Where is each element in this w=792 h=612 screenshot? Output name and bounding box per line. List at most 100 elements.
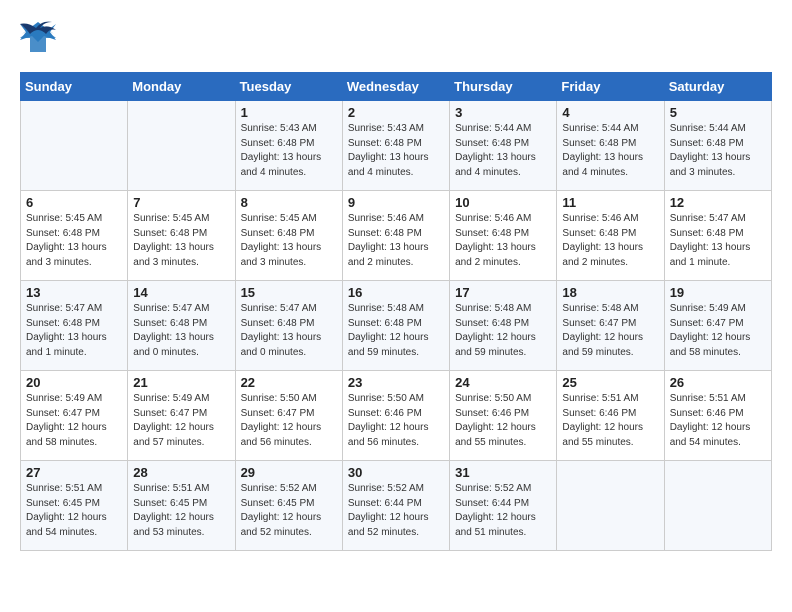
calendar-cell: 24Sunrise: 5:50 AM Sunset: 6:46 PM Dayli… — [450, 371, 557, 461]
page-header — [20, 20, 772, 56]
day-info: Sunrise: 5:50 AM Sunset: 6:47 PM Dayligh… — [241, 392, 337, 450]
day-info: Sunrise: 5:47 AM Sunset: 6:48 PM Dayligh… — [133, 302, 229, 360]
week-row-3: 13Sunrise: 5:47 AM Sunset: 6:48 PM Dayli… — [21, 281, 772, 371]
calendar-cell: 16Sunrise: 5:48 AM Sunset: 6:48 PM Dayli… — [342, 281, 449, 371]
calendar-cell: 3 Sunrise: 5:44 AM Sunset: 6:48 PM Daylig… — [450, 101, 557, 191]
week-row-4: 20 Sunrise: 5:49 AM Sunset: 6:47 PM Dayli… — [21, 371, 772, 461]
day-info: Sunrise: 5:44 AM Sunset: 6:48 PM Dayligh… — [670, 122, 766, 180]
day-number: 20 — [26, 375, 122, 390]
calendar-cell: 20 Sunrise: 5:49 AM Sunset: 6:47 PM Dayli… — [21, 371, 128, 461]
calendar-cell: 25 Sunrise: 5:51 AM Sunset: 6:46 PM Dayli… — [557, 371, 664, 461]
calendar-header: SundayMondayTuesdayWednesdayThursdayFrid… — [21, 73, 772, 101]
day-info: Sunrise: 5:52 AM Sunset: 6:44 PM Dayligh… — [455, 482, 551, 540]
day-number: 9 — [348, 195, 444, 210]
day-info: Sunrise: 5:47 AM Sunset: 6:48 PM Dayligh… — [241, 302, 337, 360]
day-info: Sunrise: 5:52 AM Sunset: 6:45 PM Dayligh… — [241, 482, 337, 540]
day-info: Sunrise: 5:45 AM Sunset: 6:48 PM Dayligh… — [26, 212, 122, 270]
day-info: Sunrise: 5:47 AM Sunset: 6:48 PM Dayligh… — [26, 302, 122, 360]
calendar-cell: 21 Sunrise: 5:49 AM Sunset: 6:47 PM Dayli… — [128, 371, 235, 461]
calendar-cell — [664, 461, 771, 551]
day-info: Sunrise: 5:49 AM Sunset: 6:47 PM Dayligh… — [670, 302, 766, 360]
day-info: Sunrise: 5:45 AM Sunset: 6:48 PM Dayligh… — [133, 212, 229, 270]
header-monday: Monday — [128, 73, 235, 101]
day-number: 8 — [241, 195, 337, 210]
day-info: Sunrise: 5:44 AM Sunset: 6:48 PM Dayligh… — [455, 122, 551, 180]
calendar-cell: 28Sunrise: 5:51 AM Sunset: 6:45 PM Dayli… — [128, 461, 235, 551]
calendar-cell: 10Sunrise: 5:46 AM Sunset: 6:48 PM Dayli… — [450, 191, 557, 281]
calendar-cell: 29 Sunrise: 5:52 AM Sunset: 6:45 PM Dayli… — [235, 461, 342, 551]
day-number: 19 — [670, 285, 766, 300]
day-info: Sunrise: 5:46 AM Sunset: 6:48 PM Dayligh… — [562, 212, 658, 270]
day-info: Sunrise: 5:49 AM Sunset: 6:47 PM Dayligh… — [26, 392, 122, 450]
calendar-cell: 23 Sunrise: 5:50 AM Sunset: 6:46 PM Dayli… — [342, 371, 449, 461]
calendar-cell: 31 Sunrise: 5:52 AM Sunset: 6:44 PM Dayli… — [450, 461, 557, 551]
calendar-body: 1 Sunrise: 5:43 AM Sunset: 6:48 PM Daylig… — [21, 101, 772, 551]
calendar-cell: 30 Sunrise: 5:52 AM Sunset: 6:44 PM Dayli… — [342, 461, 449, 551]
calendar-cell: 5 Sunrise: 5:44 AM Sunset: 6:48 PM Daylig… — [664, 101, 771, 191]
calendar-cell: 22 Sunrise: 5:50 AM Sunset: 6:47 PM Dayli… — [235, 371, 342, 461]
day-number: 11 — [562, 195, 658, 210]
day-info: Sunrise: 5:47 AM Sunset: 6:48 PM Dayligh… — [670, 212, 766, 270]
day-number: 31 — [455, 465, 551, 480]
day-info: Sunrise: 5:45 AM Sunset: 6:48 PM Dayligh… — [241, 212, 337, 270]
calendar-table: SundayMondayTuesdayWednesdayThursdayFrid… — [20, 72, 772, 551]
header-row: SundayMondayTuesdayWednesdayThursdayFrid… — [21, 73, 772, 101]
calendar-cell: 11 Sunrise: 5:46 AM Sunset: 6:48 PM Dayli… — [557, 191, 664, 281]
week-row-5: 27 Sunrise: 5:51 AM Sunset: 6:45 PM Dayli… — [21, 461, 772, 551]
day-number: 1 — [241, 105, 337, 120]
calendar-cell: 1 Sunrise: 5:43 AM Sunset: 6:48 PM Daylig… — [235, 101, 342, 191]
day-number: 7 — [133, 195, 229, 210]
calendar-cell — [557, 461, 664, 551]
day-number: 6 — [26, 195, 122, 210]
day-info: Sunrise: 5:51 AM Sunset: 6:46 PM Dayligh… — [670, 392, 766, 450]
day-info: Sunrise: 5:46 AM Sunset: 6:48 PM Dayligh… — [348, 212, 444, 270]
header-friday: Friday — [557, 73, 664, 101]
day-info: Sunrise: 5:50 AM Sunset: 6:46 PM Dayligh… — [348, 392, 444, 450]
calendar-cell: 9 Sunrise: 5:46 AM Sunset: 6:48 PM Daylig… — [342, 191, 449, 281]
day-info: Sunrise: 5:51 AM Sunset: 6:46 PM Dayligh… — [562, 392, 658, 450]
header-saturday: Saturday — [664, 73, 771, 101]
day-info: Sunrise: 5:48 AM Sunset: 6:47 PM Dayligh… — [562, 302, 658, 360]
day-number: 5 — [670, 105, 766, 120]
calendar-cell: 26 Sunrise: 5:51 AM Sunset: 6:46 PM Dayli… — [664, 371, 771, 461]
day-number: 21 — [133, 375, 229, 390]
day-number: 27 — [26, 465, 122, 480]
calendar-cell: 2 Sunrise: 5:43 AM Sunset: 6:48 PM Daylig… — [342, 101, 449, 191]
header-wednesday: Wednesday — [342, 73, 449, 101]
day-number: 14 — [133, 285, 229, 300]
calendar-cell: 14 Sunrise: 5:47 AM Sunset: 6:48 PM Dayli… — [128, 281, 235, 371]
day-number: 29 — [241, 465, 337, 480]
day-info: Sunrise: 5:43 AM Sunset: 6:48 PM Dayligh… — [241, 122, 337, 180]
day-number: 22 — [241, 375, 337, 390]
day-info: Sunrise: 5:52 AM Sunset: 6:44 PM Dayligh… — [348, 482, 444, 540]
day-number: 30 — [348, 465, 444, 480]
calendar-cell: 13Sunrise: 5:47 AM Sunset: 6:48 PM Dayli… — [21, 281, 128, 371]
day-number: 28 — [133, 465, 229, 480]
day-number: 26 — [670, 375, 766, 390]
day-info: Sunrise: 5:43 AM Sunset: 6:48 PM Dayligh… — [348, 122, 444, 180]
logo — [20, 20, 62, 56]
day-number: 3 — [455, 105, 551, 120]
day-number: 15 — [241, 285, 337, 300]
day-info: Sunrise: 5:51 AM Sunset: 6:45 PM Dayligh… — [26, 482, 122, 540]
logo-icon — [20, 20, 56, 56]
day-info: Sunrise: 5:49 AM Sunset: 6:47 PM Dayligh… — [133, 392, 229, 450]
header-thursday: Thursday — [450, 73, 557, 101]
calendar-cell: 17Sunrise: 5:48 AM Sunset: 6:48 PM Dayli… — [450, 281, 557, 371]
day-info: Sunrise: 5:50 AM Sunset: 6:46 PM Dayligh… — [455, 392, 551, 450]
day-number: 12 — [670, 195, 766, 210]
header-tuesday: Tuesday — [235, 73, 342, 101]
day-info: Sunrise: 5:46 AM Sunset: 6:48 PM Dayligh… — [455, 212, 551, 270]
calendar-cell: 4Sunrise: 5:44 AM Sunset: 6:48 PM Daylig… — [557, 101, 664, 191]
calendar-cell: 6 Sunrise: 5:45 AM Sunset: 6:48 PM Daylig… — [21, 191, 128, 281]
day-number: 17 — [455, 285, 551, 300]
week-row-1: 1 Sunrise: 5:43 AM Sunset: 6:48 PM Daylig… — [21, 101, 772, 191]
calendar-cell: 8 Sunrise: 5:45 AM Sunset: 6:48 PM Daylig… — [235, 191, 342, 281]
day-number: 23 — [348, 375, 444, 390]
day-number: 2 — [348, 105, 444, 120]
day-number: 18 — [562, 285, 658, 300]
calendar-cell — [21, 101, 128, 191]
day-number: 16 — [348, 285, 444, 300]
day-number: 25 — [562, 375, 658, 390]
calendar-cell: 7 Sunrise: 5:45 AM Sunset: 6:48 PM Daylig… — [128, 191, 235, 281]
